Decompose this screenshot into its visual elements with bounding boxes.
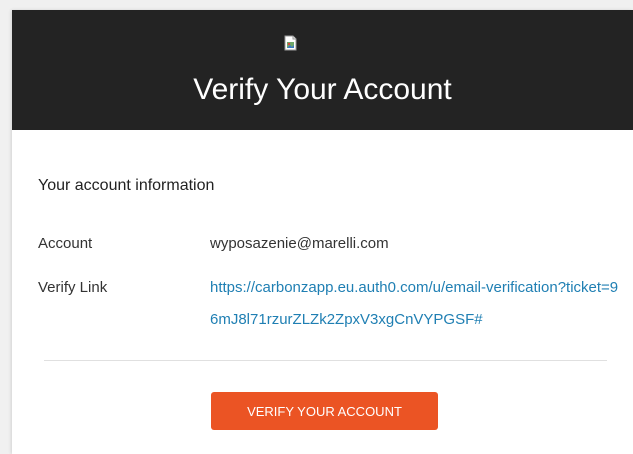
page-title: Verify Your Account — [193, 73, 452, 106]
broken-image-icon — [283, 35, 299, 51]
email-card: Verify Your Account Your account informa… — [12, 10, 633, 454]
email-header: Verify Your Account — [12, 10, 633, 130]
section-heading: Your account information — [38, 177, 215, 194]
account-email: wyposazenie@marelli.com — [210, 235, 389, 252]
account-label: Account — [38, 235, 93, 252]
verify-link[interactable]: https://carbonzapp.eu.auth0.com/u/email-… — [210, 272, 620, 336]
verify-link-label: Verify Link — [38, 279, 108, 296]
divider — [44, 360, 607, 361]
verify-account-button[interactable]: VERIFY YOUR ACCOUNT — [211, 392, 438, 430]
page: Verify Your Account Your account informa… — [0, 0, 633, 454]
